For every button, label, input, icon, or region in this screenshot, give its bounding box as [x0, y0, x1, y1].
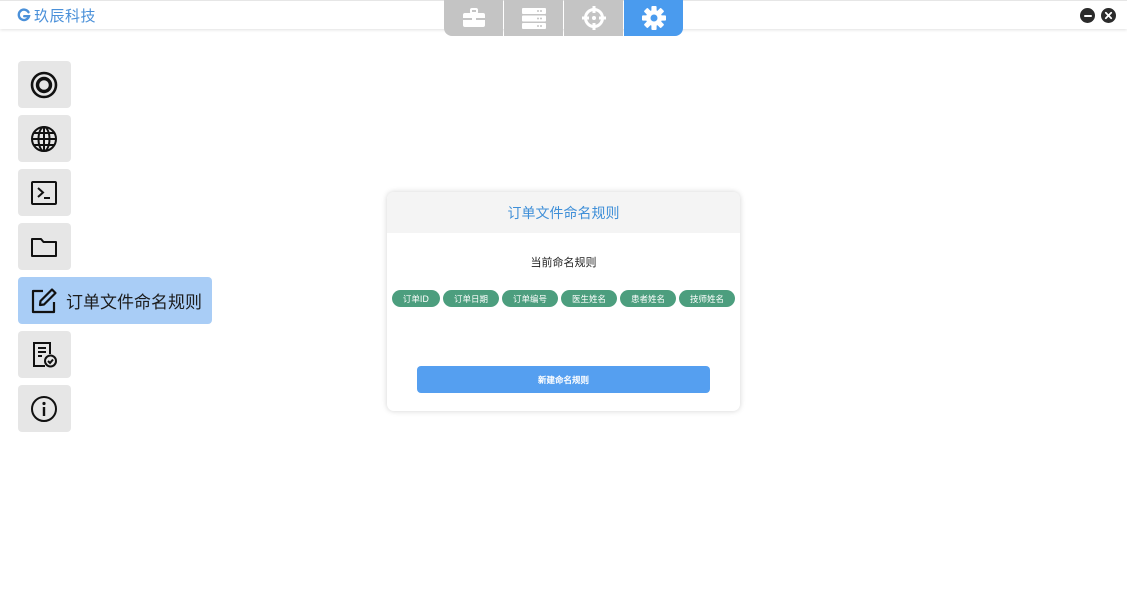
- new-naming-rule-button[interactable]: 新建命名规则: [417, 366, 710, 393]
- rule-tag[interactable]: 订单日期: [442, 290, 499, 307]
- sidebar-item-document-check[interactable]: [18, 331, 71, 378]
- globe-icon: [31, 125, 57, 152]
- edit-icon: [31, 287, 57, 313]
- card-title: 订单文件命名规则: [507, 205, 620, 222]
- brand-logo: 玖辰科技: [17, 6, 97, 25]
- terminal-icon: [31, 180, 57, 205]
- rule-tag[interactable]: 订单ID: [391, 290, 440, 307]
- tab-server[interactable]: [504, 0, 563, 36]
- rule-tag-list: 订单ID 订单日期 订单编号 医生姓名 患者姓名 技师姓名: [387, 290, 740, 307]
- sidebar-item-label: 订单文件命名规则: [66, 293, 202, 313]
- toolbox-icon: [462, 8, 485, 27]
- main-tabs: [444, 0, 683, 36]
- rule-tag[interactable]: 医生姓名: [561, 290, 618, 307]
- tab-toolbox[interactable]: [444, 0, 503, 36]
- rule-tag[interactable]: 订单编号: [502, 290, 559, 307]
- minimize-button[interactable]: [1080, 8, 1095, 23]
- sidebar-item-target[interactable]: [18, 61, 71, 108]
- sidebar-item-about[interactable]: [18, 385, 71, 432]
- crosshair-icon: [581, 6, 606, 30]
- server-icon: [521, 8, 546, 29]
- tab-settings[interactable]: [624, 0, 683, 36]
- sidebar-item-naming-rules[interactable]: 订单文件命名规则: [18, 277, 212, 324]
- tab-crosshair[interactable]: [564, 0, 623, 36]
- naming-rule-card: 订单文件命名规则 当前命名规则 订单ID 订单日期 订单编号 医生姓名 患者姓名…: [387, 192, 740, 411]
- sidebar-item-network[interactable]: [18, 115, 71, 162]
- target-icon: [30, 71, 58, 98]
- document-check-icon: [33, 341, 57, 367]
- sidebar-item-console[interactable]: [18, 169, 71, 216]
- sidebar: 订单文件命名规则: [18, 61, 212, 439]
- rule-tag[interactable]: 技师姓名: [679, 290, 736, 307]
- current-rule-label: 当前命名规则: [530, 256, 597, 269]
- brand-name: 玖辰科技: [34, 6, 97, 25]
- brand-logo-icon: [17, 8, 31, 22]
- info-icon: [31, 395, 57, 422]
- close-icon: [1104, 11, 1113, 20]
- rule-tag[interactable]: 患者姓名: [620, 290, 677, 307]
- folder-icon: [31, 237, 57, 257]
- close-button[interactable]: [1101, 8, 1116, 23]
- sidebar-item-folder[interactable]: [18, 223, 71, 270]
- card-header: 订单文件命名规则: [387, 192, 740, 233]
- gear-icon: [641, 6, 666, 30]
